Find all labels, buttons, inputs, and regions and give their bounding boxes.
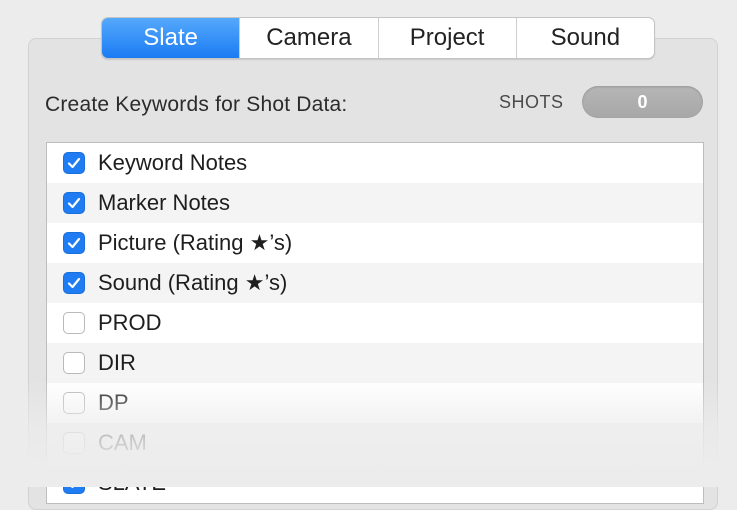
checkbox-unchecked[interactable] xyxy=(63,432,85,454)
checkbox-unchecked[interactable] xyxy=(63,392,85,414)
keyword-label: Marker Notes xyxy=(98,190,231,215)
checkmark-icon xyxy=(67,477,81,489)
checkbox-checked[interactable] xyxy=(63,272,85,294)
checkmark-icon xyxy=(67,157,81,169)
keyword-label: CAM xyxy=(98,430,147,455)
keyword-row-picture-rating[interactable]: Picture (Rating ★’s) xyxy=(47,223,703,263)
keyword-row-sound-rating[interactable]: Sound (Rating ★’s) xyxy=(47,263,703,303)
checkbox-checked[interactable] xyxy=(63,192,85,214)
keyword-row-cam[interactable]: CAM xyxy=(47,423,703,463)
checkbox-unchecked[interactable] xyxy=(63,312,85,334)
checkmark-icon xyxy=(67,237,81,249)
tab-sound[interactable]: Sound xyxy=(515,18,654,58)
keyword-label: PROD xyxy=(98,310,162,335)
keyword-row-keyword-notes[interactable]: Keyword Notes xyxy=(47,143,703,183)
keyword-label: Keyword Notes xyxy=(98,150,248,175)
keyword-row-slate[interactable]: SLATE xyxy=(47,463,703,503)
shots-label: SHOTS xyxy=(499,92,564,112)
tab-camera[interactable]: Camera xyxy=(239,18,377,58)
section-heading: Create Keywords for Shot Data: xyxy=(45,93,348,116)
tab-bar: Slate Camera Project Sound xyxy=(101,17,655,59)
keyword-label: DIR xyxy=(98,350,136,375)
keyword-label: Sound (Rating ★’s) xyxy=(98,270,288,295)
checkmark-icon xyxy=(67,197,81,209)
shots-count-badge: 0 xyxy=(582,86,703,118)
checkmark-icon xyxy=(67,277,81,289)
keyword-label: DP xyxy=(98,390,129,415)
keyword-list: Keyword Notes Marker Notes Picture (Rati… xyxy=(46,142,704,504)
keyword-label: Picture (Rating ★’s) xyxy=(98,230,293,255)
checkbox-checked[interactable] xyxy=(63,472,85,494)
checkbox-checked[interactable] xyxy=(63,152,85,174)
tab-slate[interactable]: Slate xyxy=(102,18,240,58)
keyword-row-dir[interactable]: DIR xyxy=(47,343,703,383)
tab-project[interactable]: Project xyxy=(377,18,516,58)
keyword-row-prod[interactable]: PROD xyxy=(47,303,703,343)
checkbox-checked[interactable] xyxy=(63,232,85,254)
checkbox-unchecked[interactable] xyxy=(63,352,85,374)
keyword-row-marker-notes[interactable]: Marker Notes xyxy=(47,183,703,223)
keyword-row-dp[interactable]: DP xyxy=(47,383,703,423)
keyword-label: SLATE xyxy=(98,470,167,495)
